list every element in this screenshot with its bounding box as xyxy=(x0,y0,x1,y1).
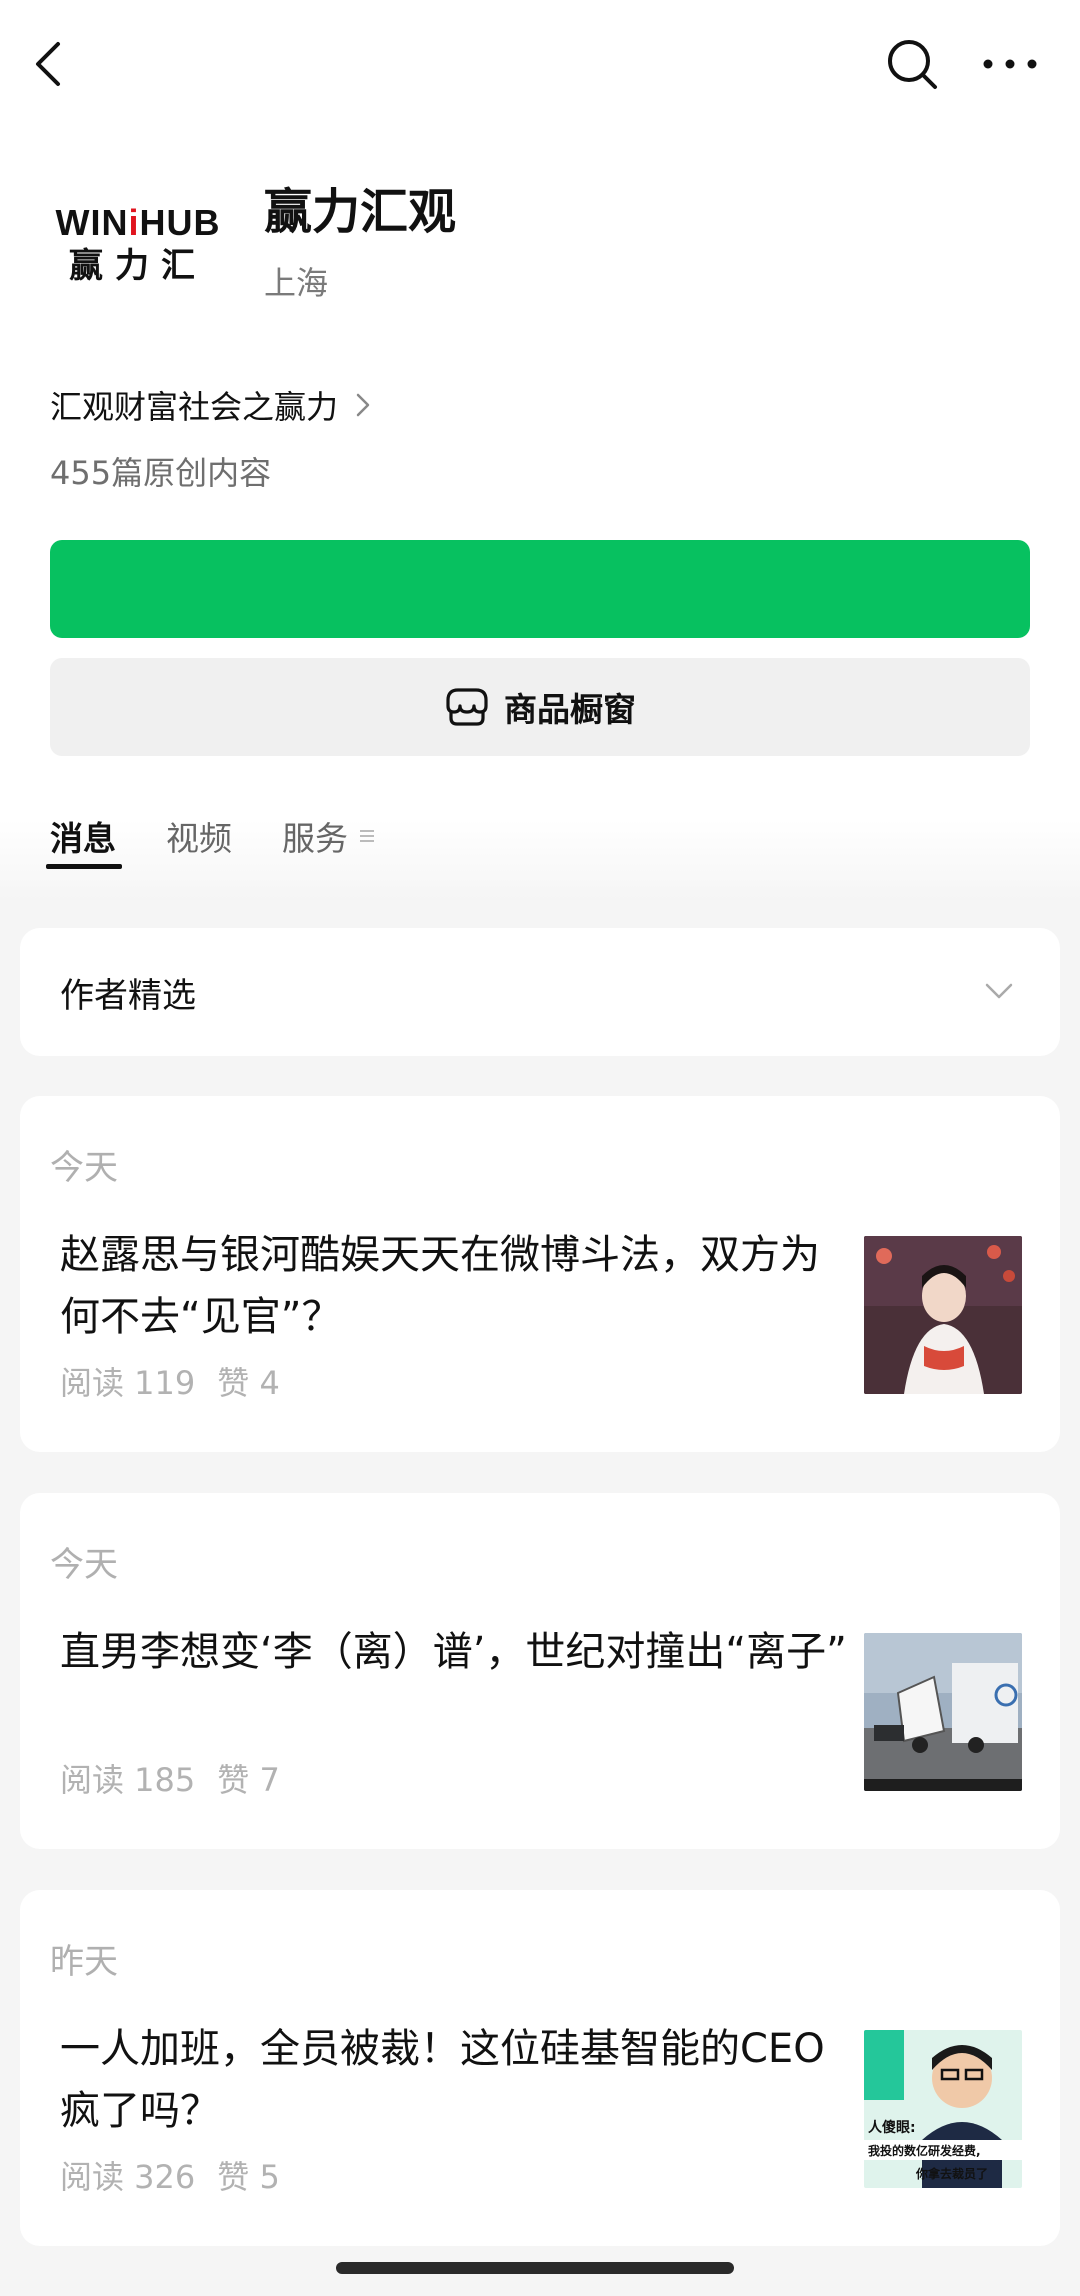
menu-lines-icon[interactable] xyxy=(358,826,376,846)
original-content-count: 455篇原创内容 xyxy=(50,454,272,492)
article-thumbnail xyxy=(864,1633,1022,1791)
author-picks-card[interactable]: 作者精选 xyxy=(20,928,1060,1056)
search-icon xyxy=(888,40,937,89)
article-title: 一人加班，全员被裁！这位硅基智能的CEO疯了吗？ xyxy=(60,2026,825,2134)
tab-services[interactable]: 服务 xyxy=(282,812,348,872)
thumbnail-caption-1: 人傻眼: xyxy=(868,2119,916,2136)
account-logo[interactable]: WINiHUB 赢力汇 xyxy=(48,190,228,300)
article-thumbnail xyxy=(864,1236,1022,1394)
thumbnail-caption-2: 我投的数亿研发经费, xyxy=(868,2143,981,2158)
more-button[interactable] xyxy=(980,40,1040,88)
back-arrow-icon xyxy=(36,42,60,86)
chevron-right-icon xyxy=(356,393,370,417)
article-card[interactable]: 昨天 一人加班，全员被裁！这位硅基智能的CEO疯了吗？ 阅读 326 赞 5 人… xyxy=(20,1890,1060,2246)
article-reads: 阅读 326 xyxy=(60,2158,196,2196)
home-indicator[interactable] xyxy=(336,2262,734,2274)
content-tabs: 消息 视频 服务 xyxy=(46,812,376,882)
article-likes: 赞 7 xyxy=(217,1761,280,1799)
article-likes: 赞 4 xyxy=(217,1364,280,1402)
article-thumbnail: 人傻眼: 我投的数亿研发经费, 你拿去裁员了 xyxy=(864,2030,1022,2188)
article-stats: 阅读 185 赞 7 xyxy=(60,1755,280,1801)
chevron-down-icon xyxy=(985,983,1013,999)
article-stats: 阅读 326 赞 5 xyxy=(60,2152,280,2198)
more-dots-icon xyxy=(983,59,1037,69)
author-picks-label: 作者精选 xyxy=(60,976,196,1016)
tab-messages[interactable]: 消息 xyxy=(46,812,122,872)
follow-button[interactable] xyxy=(50,540,1030,638)
search-button[interactable] xyxy=(884,36,940,92)
shop-icon xyxy=(446,688,488,726)
article-date: 昨天 xyxy=(50,1942,118,1982)
shop-window-label: 商品橱窗 xyxy=(504,690,636,729)
article-card[interactable]: 今天 直男李想变‘李（离）谱’，世纪对撞出“离子” 阅读 185 赞 7 xyxy=(20,1493,1060,1849)
bio-row[interactable]: 汇观财富社会之赢力 xyxy=(50,380,370,430)
article-reads: 阅读 185 xyxy=(60,1761,196,1799)
article-date: 今天 xyxy=(50,1545,118,1585)
thumbnail-caption-3: 你拿去裁员了 xyxy=(915,2166,988,2181)
logo-wordmark: WINiHUB xyxy=(55,202,221,243)
back-button[interactable] xyxy=(28,36,68,92)
article-stats: 阅读 119 赞 4 xyxy=(60,1358,280,1404)
article-reads: 阅读 119 xyxy=(60,1364,196,1402)
account-location: 上海 xyxy=(264,264,329,302)
nav-bar xyxy=(0,0,1080,130)
tab-videos[interactable]: 视频 xyxy=(166,812,232,872)
account-name: 赢力汇观 xyxy=(264,184,457,240)
bio-text: 汇观财富社会之赢力 xyxy=(50,388,339,426)
article-card[interactable]: 今天 赵露思与银河酷娱天天在微博斗法，双方为何不去“见官”？ 阅读 119 赞 … xyxy=(20,1096,1060,1452)
article-title: 直男李想变‘李（离）谱’，世纪对撞出“离子” xyxy=(60,1629,847,1675)
profile-header: WINiHUB 赢力汇 赢力汇观 上海 xyxy=(0,160,1080,320)
shop-window-button[interactable]: 商品橱窗 xyxy=(50,658,1030,756)
logo-chinese: 赢力汇 xyxy=(69,246,207,286)
article-likes: 赞 5 xyxy=(217,2158,280,2196)
article-title: 赵露思与银河酷娱天天在微博斗法，双方为何不去“见官”？ xyxy=(60,1232,820,1340)
article-date: 今天 xyxy=(50,1148,118,1188)
